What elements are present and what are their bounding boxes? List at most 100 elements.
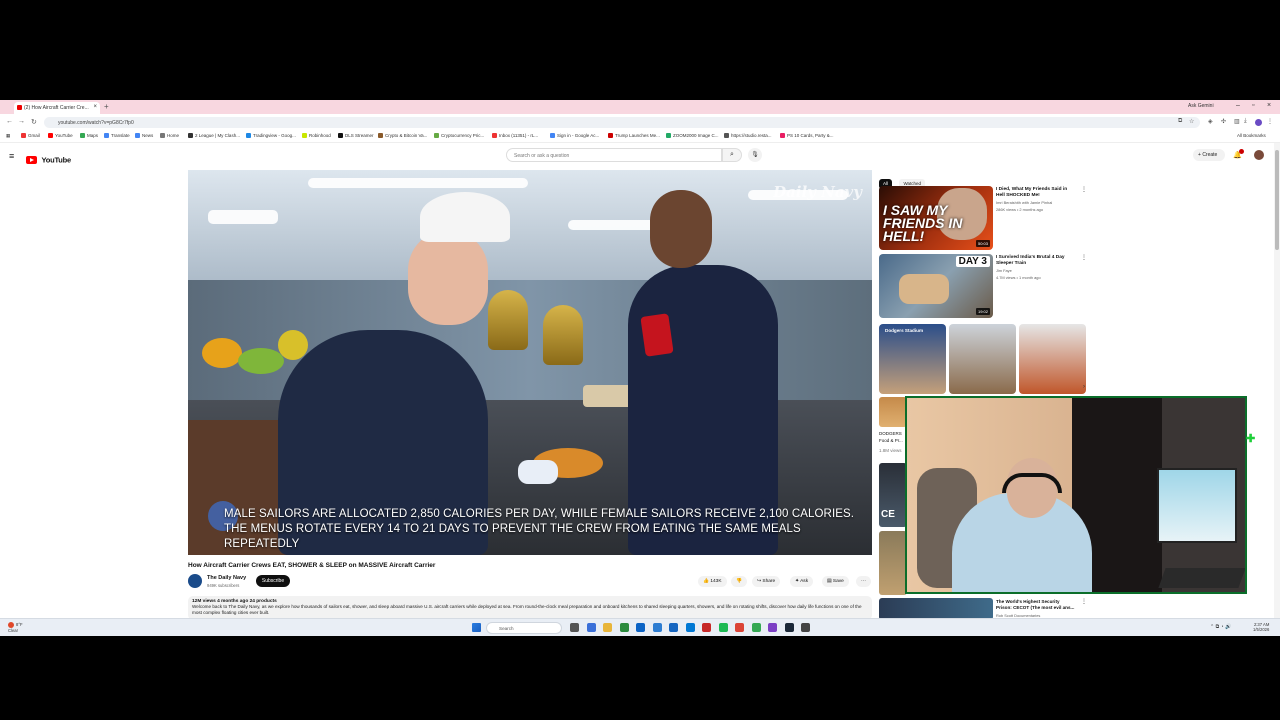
app-icon[interactable] [702, 623, 711, 632]
kebab-menu-icon[interactable]: ⋮ [1081, 186, 1087, 193]
search-input[interactable]: Search or ask a question [506, 148, 722, 162]
minimize-icon[interactable]: – [1236, 102, 1240, 109]
windows-start-icon[interactable] [472, 623, 481, 632]
all-bookmarks[interactable]: All Bookmarks [1237, 133, 1266, 138]
video-thumbnail[interactable]: I SAW MY FRIENDS IN HELL! 50:03 [879, 186, 993, 250]
maximize-icon[interactable]: ▫ [1252, 102, 1254, 109]
app-icon[interactable] [653, 623, 662, 632]
puzzle-icon[interactable]: ✣ [1221, 118, 1226, 125]
new-tab-button[interactable]: + [104, 102, 109, 111]
app-icon[interactable] [752, 623, 761, 632]
rec-title: The World's Highest Security Prison: CEC… [996, 599, 1075, 610]
close-icon[interactable]: × [93, 104, 97, 110]
description-box[interactable]: 12M views 4 months ago 24 products Welco… [188, 596, 872, 620]
close-window-icon[interactable]: × [1267, 102, 1271, 109]
sidepanel-icon[interactable]: ▥ [1234, 118, 1240, 125]
bookmark-item[interactable]: Maps [80, 133, 98, 139]
bookmark-item[interactable]: News [135, 133, 153, 139]
subscribe-button[interactable]: Subscribe [256, 575, 290, 587]
bookmark-item[interactable]: Sign in - Google Ac... [550, 133, 599, 139]
system-tray[interactable]: ⌃ ⧉ ◔ 🔊 [1210, 624, 1231, 630]
channel-name[interactable]: The Daily Navy [207, 575, 246, 581]
short-thumbnail[interactable]: Dodgers Stadium [879, 324, 946, 394]
bookmark-item[interactable]: Home [160, 133, 179, 139]
partial-thumbnail[interactable]: CE [879, 463, 907, 527]
like-button[interactable]: 👍 143K [698, 576, 727, 587]
weather-widget[interactable]: 8°F Clear [8, 622, 23, 633]
bookmark-item[interactable]: ZOOM2000 Image C... [666, 133, 719, 139]
menu-kebab-icon[interactable]: ⋮ [1267, 118, 1273, 125]
bookmark-star-icon[interactable]: ☆ [1189, 118, 1194, 125]
cast-icon[interactable]: ⧉ [1178, 118, 1182, 125]
url-bar[interactable]: youtube.com/watch?v=pG8Cr7fp0 [44, 117, 1200, 128]
hamburger-menu-icon[interactable]: ≡ [9, 151, 14, 161]
video-thumbnail[interactable]: DAY 3 19:02 [879, 254, 993, 318]
profile-avatar[interactable] [1255, 119, 1262, 126]
kebab-menu-icon[interactable]: ⋮ [1081, 254, 1087, 261]
create-button[interactable]: + Create [1193, 149, 1225, 161]
bookmark-item[interactable]: Trump Launches Me... [608, 133, 660, 139]
extension-icon[interactable]: ◈ [1208, 118, 1213, 125]
widgets-icon[interactable] [587, 623, 596, 632]
webcam-keyboard [1158, 568, 1245, 588]
app-icon[interactable] [636, 623, 645, 632]
app-icon[interactable] [801, 623, 810, 632]
partial-thumbnail[interactable] [879, 397, 907, 427]
file-explorer-icon[interactable] [603, 623, 612, 632]
download-icon[interactable]: ⤓ [1244, 118, 1247, 125]
share-button[interactable]: ↪ Share [752, 576, 781, 587]
partial-text: Food & Pr... [879, 438, 903, 443]
bookmark-item[interactable]: Inbox (11351) - rL... [492, 133, 538, 139]
app-icon[interactable] [620, 623, 629, 632]
tab-active[interactable]: (2) How Aircraft Carrier Cre... × [14, 102, 100, 114]
recommendation-item[interactable]: The World's Highest Security Prison: CEC… [879, 598, 1089, 620]
bookmark-item[interactable]: https://studio.resta... [724, 133, 772, 139]
recommendation-item[interactable]: I SAW MY FRIENDS IN HELL! 50:03 I Died, … [879, 186, 1089, 250]
more-actions-button[interactable]: ⋯ [856, 576, 871, 587]
youtube-logo[interactable]: YouTube [26, 151, 71, 164]
task-view-icon[interactable] [570, 623, 579, 632]
bookmark-item[interactable]: 2 League | My Clash... [188, 133, 240, 139]
short-thumbnail[interactable] [949, 324, 1016, 394]
account-avatar[interactable] [1254, 150, 1264, 160]
chrome-icon[interactable] [735, 623, 744, 632]
kebab-menu-icon[interactable]: ⋮ [1081, 598, 1087, 605]
dislike-button[interactable]: 👎 [731, 576, 747, 587]
steam-icon[interactable] [785, 623, 794, 632]
short-thumbnail[interactable] [1019, 324, 1086, 394]
bookmark-item[interactable]: Gmail [21, 133, 40, 139]
recommendation-item[interactable]: DAY 3 19:02 I Survived India's Brutal 4 … [879, 254, 1089, 318]
save-button[interactable]: ▤ Save [822, 576, 849, 587]
apps-grid-icon[interactable]: ▦ [6, 133, 10, 139]
bookmark-item[interactable]: PS 10 Cards, Party &... [780, 133, 834, 139]
bookmark-item[interactable]: Robinhood [302, 133, 331, 139]
bookmark-item[interactable]: Tradingview - Goog... [246, 133, 296, 139]
video-player[interactable]: Daily Navy MALE SAILORS ARE ALLOCATED 2,… [188, 170, 872, 555]
forward-icon[interactable]: → [18, 118, 25, 125]
channel-avatar[interactable] [188, 574, 202, 588]
bookmark-item[interactable]: Cryptocurrency Pric... [434, 133, 484, 139]
bookmark-item[interactable]: Crypto & Bitcoin Va... [378, 133, 427, 139]
chevron-right-icon[interactable]: › [1083, 384, 1085, 390]
spotify-icon[interactable] [719, 623, 728, 632]
bookmark-item[interactable]: YouTube [48, 133, 73, 139]
mail-icon[interactable] [669, 623, 678, 632]
bookmark-item[interactable]: Translate [104, 133, 130, 139]
back-icon[interactable]: ← [6, 118, 13, 125]
taskbar-search[interactable]: Search [486, 622, 562, 634]
description-text: Welcome back to The Daily Navy, as we ex… [192, 604, 862, 615]
voice-search-button[interactable]: 🎙 [748, 148, 762, 162]
search-button[interactable]: ⌕ [722, 148, 742, 162]
video-thumbnail[interactable] [879, 598, 993, 620]
clock[interactable]: 2:37 AM 1/5/2026 [1253, 622, 1269, 632]
outlook-icon[interactable] [686, 623, 695, 632]
ask-gemini-button[interactable]: Ask Gemini [1188, 103, 1214, 109]
youtube-favicon-icon [17, 105, 22, 110]
scrollbar-thumb[interactable] [1275, 150, 1279, 250]
ask-button[interactable]: ✦ Ask [790, 576, 814, 587]
reload-icon[interactable]: ↻ [31, 118, 37, 126]
partial-thumbnail[interactable] [879, 531, 907, 595]
bookmark-item[interactable]: DLS Streamer [338, 133, 374, 139]
search-icon: ⌕ [730, 151, 734, 158]
app-icon[interactable] [768, 623, 777, 632]
